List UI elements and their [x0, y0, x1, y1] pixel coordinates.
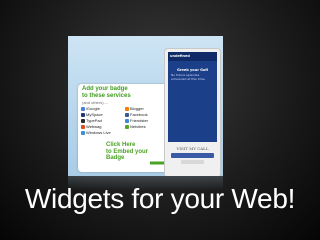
service-typepad[interactable]: TypePad	[81, 118, 123, 123]
service-label: TypePad	[86, 118, 102, 123]
service-label: MySpace	[86, 112, 103, 117]
friendster-icon	[125, 118, 129, 123]
slide-screenshot: Add your badge to these services (and ot…	[68, 36, 223, 176]
service-blogger[interactable]: Blogger	[125, 106, 167, 111]
service-windows-live[interactable]: Windows Live	[81, 130, 123, 135]
service-label: Facebook	[130, 112, 148, 117]
phone-screen: undefined Greeb your Gofl No future epis…	[168, 52, 217, 142]
badge-heading: Add your badge to these services	[82, 86, 131, 99]
phone-footer	[181, 160, 204, 164]
webwag-icon	[81, 124, 85, 129]
typepad-icon	[81, 118, 85, 123]
service-friendster[interactable]: Friendster	[125, 118, 167, 123]
service-label: iGoogle	[86, 106, 100, 111]
service-label: Friendster	[130, 118, 149, 123]
visit-button[interactable]: VISIT MY CALL	[168, 146, 217, 151]
service-label: Webwag	[86, 124, 102, 129]
blogger-icon	[125, 106, 129, 111]
myspace-icon	[81, 112, 85, 117]
badge-subheading: (and others)....	[82, 100, 109, 105]
service-label: Windows Live	[86, 130, 111, 135]
service-label: Netvibes	[130, 124, 146, 129]
phone-widget-preview: undefined Greeb your Gofl No future epis…	[164, 48, 221, 176]
igoogle-icon	[81, 106, 85, 111]
phone-title: Greeb your Gofl	[176, 68, 209, 72]
service-igoogle[interactable]: iGoogle	[81, 106, 123, 111]
service-myspace[interactable]: MySpace	[81, 112, 123, 117]
service-webwag[interactable]: Webwag	[81, 124, 123, 129]
windows-live-icon	[81, 130, 85, 135]
service-list: iGoogle Blogger MySpace Facebook TypePad…	[81, 106, 167, 135]
phone-text: No future episodes scheduled at this tim…	[171, 73, 206, 81]
service-label: Blogger	[130, 106, 144, 111]
embed-badge-link[interactable]: Click Here to Embed your Badge	[106, 142, 156, 162]
phone-header: undefined	[168, 52, 217, 61]
facebook-icon	[125, 112, 129, 117]
badge-panel: Add your badge to these services (and ot…	[78, 84, 176, 172]
netvibes-icon	[125, 124, 129, 129]
service-netvibes[interactable]: Netvibes	[125, 124, 167, 129]
phone-toolbar	[171, 153, 214, 158]
service-facebook[interactable]: Facebook	[125, 112, 167, 117]
slide-caption: Widgets for your Web!	[24, 183, 296, 214]
